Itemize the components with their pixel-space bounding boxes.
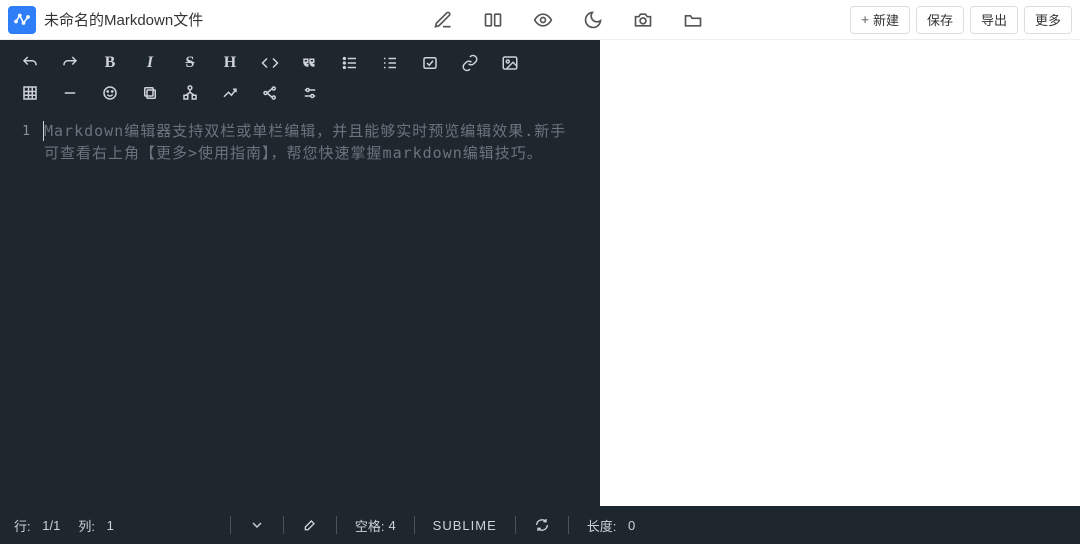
text-cursor — [43, 121, 44, 141]
topbar: +新建 保存 导出 更多 — [0, 0, 1080, 40]
settings-icon[interactable] — [290, 78, 330, 108]
status-row: 行: 1/1 — [14, 516, 60, 535]
export-button[interactable]: 导出 — [970, 6, 1018, 34]
status-col: 列: 1 — [78, 516, 113, 535]
table-icon[interactable] — [10, 78, 50, 108]
link-icon[interactable] — [450, 48, 490, 78]
status-sync-icon[interactable] — [534, 517, 550, 533]
ordered-list-icon[interactable] — [370, 48, 410, 78]
camera-icon[interactable] — [632, 9, 654, 31]
statusbar: 行: 1/1 列: 1 空格:4 SUBLIME 长度: 0 — [0, 506, 1080, 544]
strikethrough-icon[interactable]: S — [170, 48, 210, 78]
split-view-icon[interactable] — [482, 9, 504, 31]
document-title-input[interactable] — [44, 11, 244, 28]
top-icon-group — [432, 9, 704, 31]
editor-toolbar: B I S H — [0, 40, 600, 112]
mindmap-icon[interactable] — [250, 78, 290, 108]
status-brush-icon[interactable] — [302, 517, 318, 533]
folder-icon[interactable] — [682, 9, 704, 31]
export-button-label: 导出 — [981, 10, 1007, 29]
more-button-label: 更多 — [1035, 10, 1061, 29]
preview-icon[interactable] — [532, 9, 554, 31]
main: B I S H 1 — [0, 40, 1080, 506]
flowchart-icon[interactable] — [170, 78, 210, 108]
bold-icon[interactable]: B — [90, 48, 130, 78]
more-button[interactable]: 更多 — [1024, 6, 1072, 34]
quote-icon[interactable] — [290, 48, 330, 78]
chart-icon[interactable] — [210, 78, 250, 108]
emoji-icon[interactable] — [90, 78, 130, 108]
save-button-label: 保存 — [927, 10, 953, 29]
status-length: 长度: 0 — [587, 516, 635, 535]
italic-icon[interactable]: I — [130, 48, 170, 78]
preview-pane — [600, 40, 1080, 506]
new-button-label: 新建 — [873, 10, 899, 29]
status-mode[interactable]: SUBLIME — [433, 518, 497, 533]
status-spaces[interactable]: 空格:4 — [355, 516, 396, 535]
save-button[interactable]: 保存 — [916, 6, 964, 34]
dark-mode-icon[interactable] — [582, 9, 604, 31]
heading-icon[interactable]: H — [210, 48, 250, 78]
new-button[interactable]: +新建 — [850, 6, 910, 34]
hr-icon[interactable] — [50, 78, 90, 108]
editor-body: 1 Markdown编辑器支持双栏或单栏编辑，并且能够实时预览编辑效果.新手可查… — [0, 112, 600, 506]
status-caret-icon[interactable] — [249, 517, 265, 533]
undo-icon[interactable] — [10, 48, 50, 78]
checklist-icon[interactable] — [410, 48, 450, 78]
top-buttons: +新建 保存 导出 更多 — [850, 6, 1072, 34]
app-logo — [8, 6, 36, 34]
line-number-1: 1 — [0, 121, 30, 143]
image-icon[interactable] — [490, 48, 530, 78]
line-gutter: 1 — [0, 120, 40, 506]
code-area[interactable]: Markdown编辑器支持双栏或单栏编辑，并且能够实时预览编辑效果.新手可查看右… — [40, 120, 590, 506]
redo-icon[interactable] — [50, 48, 90, 78]
duplicate-icon[interactable] — [130, 78, 170, 108]
editor-placeholder: Markdown编辑器支持双栏或单栏编辑，并且能够实时预览编辑效果.新手可查看右… — [44, 120, 582, 164]
editor-pane: B I S H 1 — [0, 40, 600, 506]
code-icon[interactable] — [250, 48, 290, 78]
edit-mode-icon[interactable] — [432, 9, 454, 31]
unordered-list-icon[interactable] — [330, 48, 370, 78]
